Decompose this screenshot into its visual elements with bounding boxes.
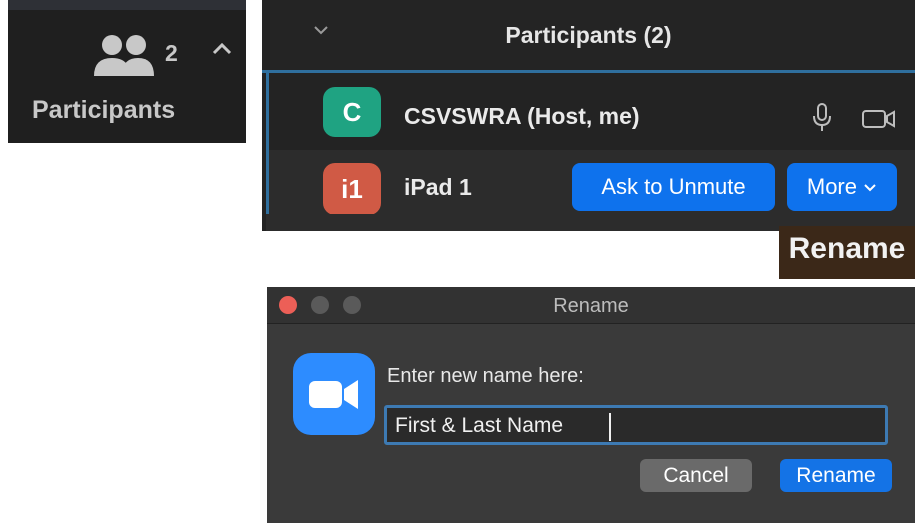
new-name-input[interactable]: First & Last Name bbox=[384, 405, 888, 445]
dialog-prompt: Enter new name here: bbox=[387, 365, 584, 387]
toolbar-top-strip bbox=[8, 0, 246, 10]
rename-menu-item[interactable]: Rename bbox=[779, 226, 915, 279]
avatar: C bbox=[323, 87, 381, 137]
participants-toolbar-button[interactable]: 2 Participants bbox=[8, 0, 246, 143]
participants-label: Participants bbox=[32, 96, 176, 124]
participant-row-host[interactable]: C CSVSWRA (Host, me) bbox=[266, 73, 915, 150]
chevron-up-icon[interactable] bbox=[211, 42, 233, 56]
dialog-titlebar: Rename bbox=[267, 287, 915, 324]
participant-row-ipad[interactable]: i1 iPad 1 Ask to Unmute More bbox=[266, 150, 915, 215]
avatar: i1 bbox=[323, 163, 381, 215]
rename-dialog: Rename Enter new name here: First & Last… bbox=[267, 287, 915, 523]
participant-count: 2 bbox=[165, 40, 178, 66]
participants-panel: Participants (2) C CSVSWRA (Host, me) i1… bbox=[262, 0, 915, 231]
rename-button[interactable]: Rename bbox=[780, 459, 892, 492]
panel-title: Participants (2) bbox=[505, 22, 672, 48]
ask-to-unmute-button[interactable]: Ask to Unmute bbox=[572, 163, 775, 211]
microphone-icon[interactable] bbox=[812, 103, 832, 133]
participant-name: iPad 1 bbox=[404, 174, 472, 200]
more-button[interactable]: More bbox=[787, 163, 897, 211]
zoom-app-icon bbox=[293, 353, 375, 435]
participants-icon bbox=[94, 35, 154, 76]
cancel-button[interactable]: Cancel bbox=[640, 459, 752, 492]
participant-name: CSVSWRA (Host, me) bbox=[404, 103, 640, 129]
more-label: More bbox=[806, 174, 857, 199]
panel-header: Participants (2) bbox=[262, 0, 915, 73]
chevron-down-icon bbox=[864, 184, 876, 192]
video-camera-icon bbox=[309, 380, 358, 409]
video-camera-icon[interactable] bbox=[862, 109, 896, 129]
dialog-title: Rename bbox=[553, 295, 629, 317]
text-cursor bbox=[609, 413, 611, 441]
